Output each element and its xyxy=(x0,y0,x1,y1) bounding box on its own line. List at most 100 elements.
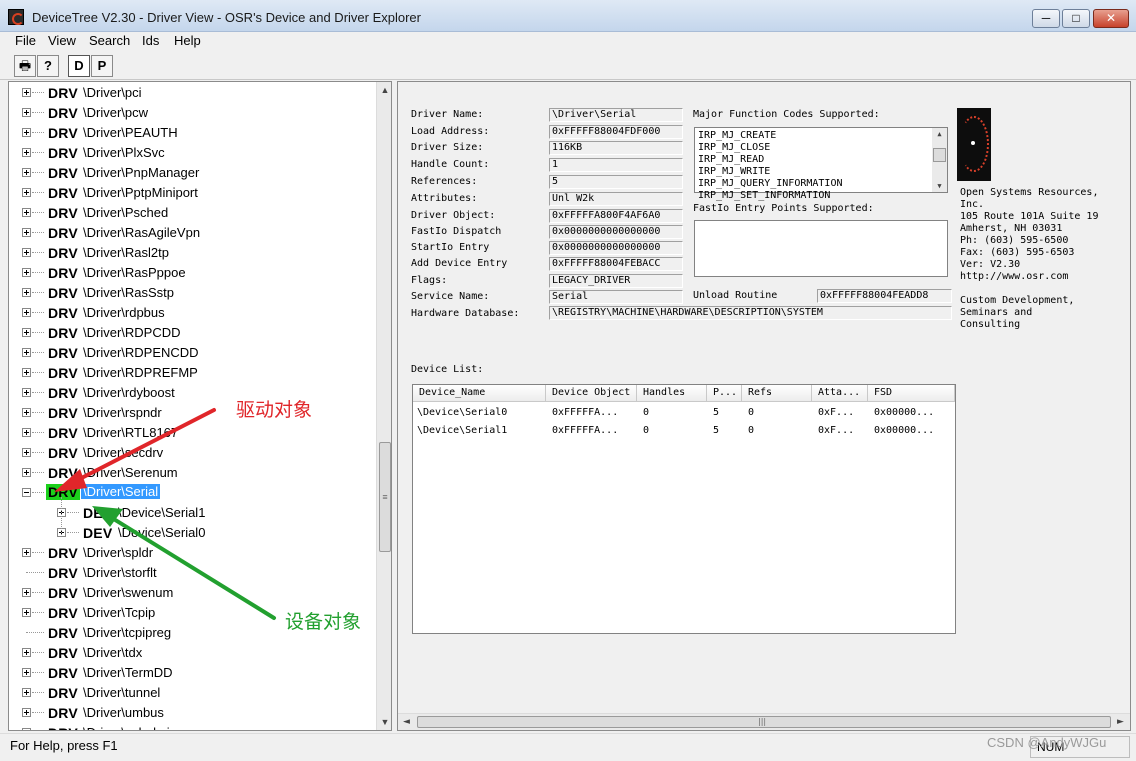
major-function-item[interactable]: IRP_MJ_QUERY_INFORMATION xyxy=(698,178,843,189)
expand-icon[interactable] xyxy=(22,208,31,217)
scroll-up-icon[interactable]: ▲ xyxy=(377,82,391,98)
tree-row-driver[interactable]: DRV \Driver\PnpManager xyxy=(9,163,376,183)
collapse-icon[interactable] xyxy=(22,488,31,497)
expand-icon[interactable] xyxy=(22,608,31,617)
expand-icon[interactable] xyxy=(22,708,31,717)
expand-icon[interactable] xyxy=(22,648,31,657)
device-column-header[interactable]: P... xyxy=(707,385,742,402)
device-column-header[interactable]: FSD xyxy=(868,385,955,402)
tree-row-driver[interactable]: DRV \Driver\RTL8167 xyxy=(9,423,376,443)
major-function-item[interactable]: IRP_MJ_CREATE xyxy=(698,130,776,141)
tree-row-driver[interactable]: DRV \Driver\swenum xyxy=(9,583,376,603)
expand-icon[interactable] xyxy=(22,368,31,377)
tree-row-driver[interactable]: DRV \Driver\TermDD xyxy=(9,663,376,683)
app-icon[interactable] xyxy=(8,9,24,25)
scroll-down-icon[interactable]: ▼ xyxy=(377,714,391,730)
scroll-up-icon[interactable]: ▲ xyxy=(932,128,947,140)
expand-icon[interactable] xyxy=(22,168,31,177)
tree-row-driver[interactable]: DRV \Driver\RDPCDD xyxy=(9,323,376,343)
device-column-header[interactable]: Device Object xyxy=(546,385,637,402)
tree-row-device[interactable]: DEV \Device\Serial0 xyxy=(9,523,376,543)
tree-row-driver[interactable]: DRV \Driver\secdrv xyxy=(9,443,376,463)
expand-icon[interactable] xyxy=(22,548,31,557)
expand-icon[interactable] xyxy=(22,148,31,157)
tree-row-driver[interactable]: DRV \Driver\tdx xyxy=(9,643,376,663)
major-function-item[interactable]: IRP_MJ_SET_INFORMATION xyxy=(698,190,830,201)
tree-row-driver[interactable]: DRV \Driver\RDPREFMP xyxy=(9,363,376,383)
help-button[interactable]: ? xyxy=(37,55,59,77)
expand-icon[interactable] xyxy=(22,348,31,357)
minimize-button[interactable]: ─ xyxy=(1032,9,1060,28)
scroll-left-icon[interactable]: ◄ xyxy=(398,714,415,730)
tree-row-driver[interactable]: DRV \Driver\RasPppoe xyxy=(9,263,376,283)
tree-row-device[interactable]: DEV \Device\Serial1 xyxy=(9,503,376,523)
expand-icon[interactable] xyxy=(22,188,31,197)
menu-search[interactable]: Search xyxy=(87,33,132,48)
expand-icon[interactable] xyxy=(22,388,31,397)
expand-icon[interactable] xyxy=(22,588,31,597)
expand-icon[interactable] xyxy=(22,248,31,257)
tree-row-driver[interactable]: DRV \Driver\rspndr xyxy=(9,403,376,423)
expand-icon[interactable] xyxy=(22,288,31,297)
expand-icon[interactable] xyxy=(22,268,31,277)
expand-icon[interactable] xyxy=(22,468,31,477)
tree-row-driver[interactable]: DRV \Driver\umbus xyxy=(9,703,376,723)
expand-icon[interactable] xyxy=(22,428,31,437)
close-button[interactable]: ✕ xyxy=(1093,9,1129,28)
tree-row-driver[interactable]: DRV \Driver\RasAgileVpn xyxy=(9,223,376,243)
tree-row-driver[interactable]: DRV \Driver\pcw xyxy=(9,103,376,123)
device-column-header[interactable]: Device_Name xyxy=(413,385,546,402)
major-list-scrollbar[interactable]: ▲ ▼ xyxy=(932,128,947,192)
expand-icon[interactable] xyxy=(22,408,31,417)
expand-icon[interactable] xyxy=(22,308,31,317)
tree-row-driver[interactable]: DRV \Driver\Serenum xyxy=(9,463,376,483)
print-button[interactable]: 🖶 xyxy=(14,55,36,77)
scroll-right-icon[interactable]: ► xyxy=(1112,714,1129,730)
scroll-thumb[interactable]: ||| xyxy=(417,716,1111,728)
expand-icon[interactable] xyxy=(22,448,31,457)
expand-icon[interactable] xyxy=(22,88,31,97)
scroll-thumb[interactable]: ≡ xyxy=(379,442,391,552)
scroll-thumb[interactable] xyxy=(933,148,946,162)
tree-row-driver[interactable]: DRV \Driver\usbehci xyxy=(9,723,376,730)
major-function-item[interactable]: IRP_MJ_WRITE xyxy=(698,166,770,177)
tree-row-driver[interactable]: DRV \Driver\PlxSvc xyxy=(9,143,376,163)
maximize-button[interactable]: □ xyxy=(1062,9,1090,28)
tree-row-driver[interactable]: DRV \Driver\tunnel xyxy=(9,683,376,703)
detail-horizontal-scrollbar[interactable]: ◄ ||| ► xyxy=(398,713,1130,730)
tree-row-driver[interactable]: DRV \Driver\RDPENCDD xyxy=(9,343,376,363)
expand-icon[interactable] xyxy=(22,328,31,337)
expand-icon[interactable] xyxy=(22,108,31,117)
device-row-name[interactable]: \Device\Serial0 xyxy=(417,407,544,418)
tree-row-driver[interactable]: DRV \Driver\PEAUTH xyxy=(9,123,376,143)
fastio-list[interactable] xyxy=(694,220,948,277)
device-column-header[interactable]: Handles xyxy=(637,385,707,402)
menu-file[interactable]: File xyxy=(13,33,38,48)
device-column-header[interactable]: Atta... xyxy=(812,385,868,402)
major-function-list[interactable]: IRP_MJ_CREATE IRP_MJ_CLOSE IRP_MJ_READ IRP_… xyxy=(694,127,948,201)
major-function-item[interactable]: IRP_MJ_READ xyxy=(698,154,764,165)
tree-row-driver[interactable]: DRV \Driver\pci xyxy=(9,83,376,103)
tree-row-driver[interactable]: DRV \Driver\rdyboost xyxy=(9,383,376,403)
menu-ids[interactable]: Ids xyxy=(140,33,161,48)
pnp-view-button[interactable]: P xyxy=(91,55,113,77)
expand-icon[interactable] xyxy=(22,228,31,237)
expand-icon[interactable] xyxy=(22,688,31,697)
tree-row-driver[interactable]: DRV \Driver\PptpMiniport xyxy=(9,183,376,203)
expand-icon[interactable] xyxy=(22,668,31,677)
expand-icon[interactable] xyxy=(22,728,31,730)
tree-row-driver[interactable]: DRV \Driver\Psched xyxy=(9,203,376,223)
tree-row-driver[interactable]: DRV \Driver\storflt xyxy=(9,563,376,583)
tree-row-driver[interactable]: DRV \Driver\spldr xyxy=(9,543,376,563)
menu-view[interactable]: View xyxy=(46,33,78,48)
tree-row-driver[interactable]: DRV \Driver\RasSstp xyxy=(9,283,376,303)
menu-help[interactable]: Help xyxy=(172,33,203,48)
device-column-header[interactable]: Refs xyxy=(742,385,812,402)
tree-vertical-scrollbar[interactable]: ▲ ≡ ▼ xyxy=(376,82,391,730)
device-list[interactable]: Device_Name Device Object Handles P... Refs A… xyxy=(412,384,956,634)
tree-row-driver[interactable]: DRV \Driver\Serial xyxy=(9,483,376,503)
tree-row-driver[interactable]: DRV \Driver\rdpbus xyxy=(9,303,376,323)
scroll-down-icon[interactable]: ▼ xyxy=(932,180,947,192)
driver-view-button[interactable]: D xyxy=(68,55,90,77)
tree-row-driver[interactable]: DRV \Driver\Rasl2tp xyxy=(9,243,376,263)
